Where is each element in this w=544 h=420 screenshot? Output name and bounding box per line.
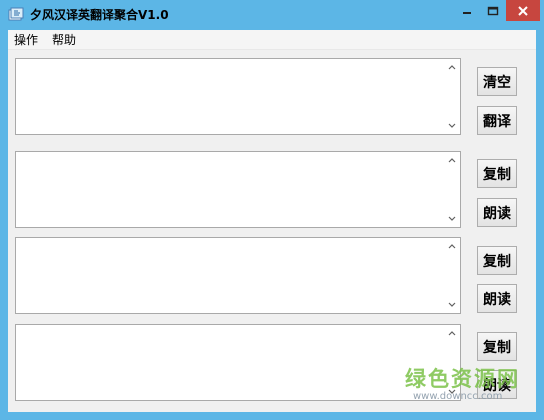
close-icon (518, 5, 528, 16)
translate-button[interactable]: 翻译 (477, 106, 517, 135)
title-bar[interactable]: 夕风汉译英翻译聚合V1.0 (0, 0, 544, 30)
watermark-url: www.downcc.com (413, 391, 503, 402)
chevron-up-icon (448, 65, 455, 70)
result-text-2[interactable] (16, 238, 444, 313)
menu-help[interactable]: 帮助 (50, 32, 78, 48)
menu-operation[interactable]: 操作 (12, 32, 40, 48)
result-text-3[interactable] (16, 325, 444, 400)
client-area: 操作 帮助 清空 翻译 复制 朗读 复制 朗读 复制 朗读 (8, 30, 536, 412)
scroll-down-button[interactable] (443, 212, 460, 226)
vertical-scrollbar[interactable] (443, 238, 460, 313)
watermark-text: 绿色资源网 (405, 367, 520, 391)
chevron-up-icon (448, 331, 455, 336)
minimize-icon (463, 11, 471, 14)
chevron-down-icon (448, 302, 455, 307)
copy-button-3[interactable]: 复制 (477, 332, 517, 361)
clear-button[interactable]: 清空 (477, 67, 517, 96)
scroll-down-button[interactable] (443, 298, 460, 312)
read-aloud-button-1[interactable]: 朗读 (477, 198, 517, 227)
app-icon (8, 7, 24, 21)
watermark: 绿色资源网 www.downcc.com (405, 363, 525, 413)
read-aloud-button-2[interactable]: 朗读 (477, 284, 517, 313)
chevron-up-icon (448, 158, 455, 163)
scroll-up-button[interactable] (443, 153, 460, 167)
scroll-down-button[interactable] (443, 119, 460, 133)
window-title: 夕风汉译英翻译聚合V1.0 (30, 8, 169, 22)
result-text-box-2[interactable] (15, 237, 461, 314)
scroll-up-button[interactable] (443, 239, 460, 253)
result-text-1[interactable] (16, 152, 444, 227)
result-text-box-1[interactable] (15, 151, 461, 228)
chevron-up-icon (448, 244, 455, 249)
minimize-button[interactable] (454, 0, 480, 21)
close-button[interactable] (506, 0, 540, 21)
menu-bar: 操作 帮助 (8, 30, 536, 50)
source-text-input[interactable] (16, 59, 444, 134)
source-text-box[interactable] (15, 58, 461, 135)
chevron-down-icon (448, 123, 455, 128)
copy-button-2[interactable]: 复制 (477, 246, 517, 275)
chevron-down-icon (448, 216, 455, 221)
result-text-box-3[interactable] (15, 324, 461, 401)
vertical-scrollbar[interactable] (443, 59, 460, 134)
maximize-icon (487, 6, 499, 15)
maximize-button[interactable] (480, 0, 506, 21)
copy-button-1[interactable]: 复制 (477, 159, 517, 188)
app-window: 夕风汉译英翻译聚合V1.0 操作 帮助 清空 翻译 复制 朗读 复制 朗读 复制… (0, 0, 544, 420)
scroll-up-button[interactable] (443, 326, 460, 340)
vertical-scrollbar[interactable] (443, 152, 460, 227)
scroll-up-button[interactable] (443, 60, 460, 74)
